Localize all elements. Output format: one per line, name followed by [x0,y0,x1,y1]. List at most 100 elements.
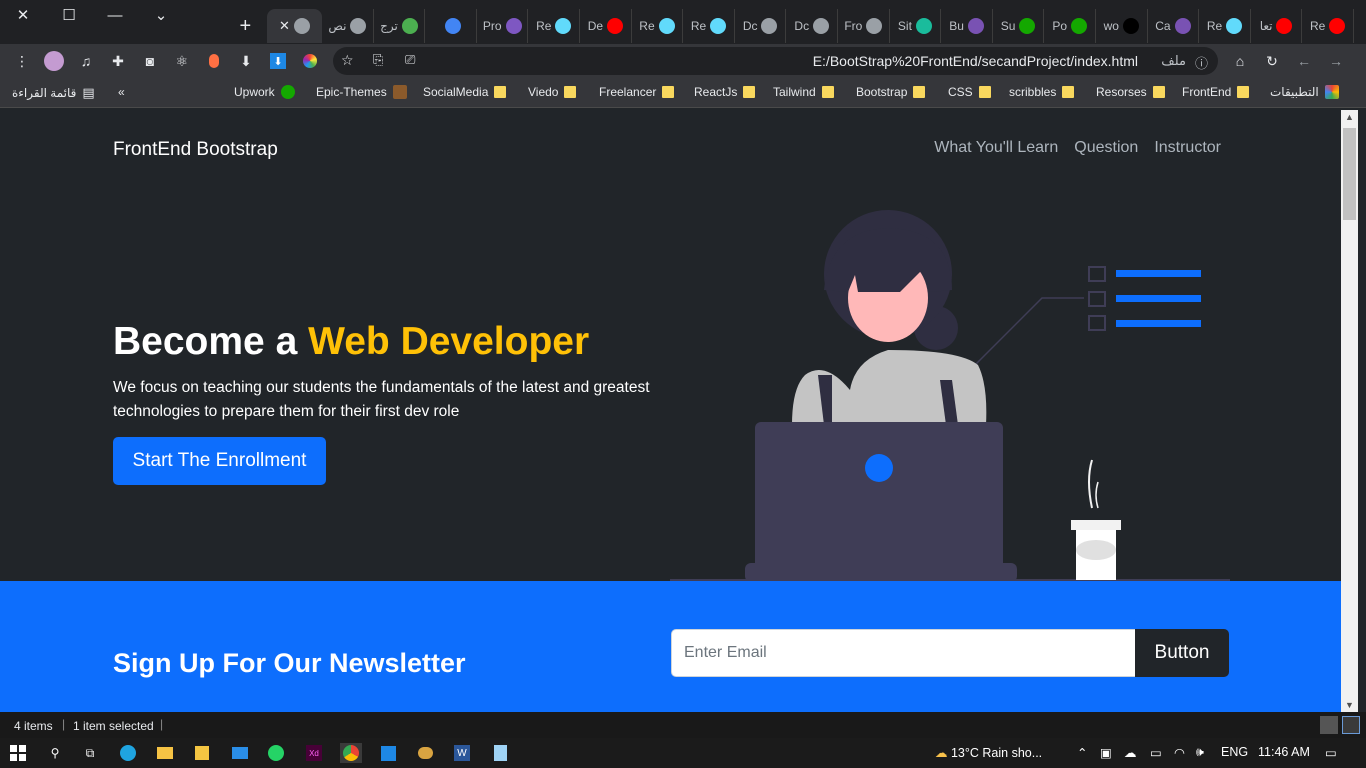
color-picker-icon[interactable] [300,51,320,71]
tab-search-icon[interactable]: ⌄ [138,0,184,30]
browser-tab[interactable]: Re [632,9,684,43]
adobe-xd-icon[interactable]: Xd [304,743,324,763]
store-icon[interactable] [192,743,212,763]
tray-overflow-icon[interactable]: ⌃ [1077,745,1087,760]
wifi-icon[interactable]: ◠ [1174,745,1185,760]
browser-tab[interactable]: Su [993,9,1045,43]
back-icon[interactable]: ← [1294,51,1314,71]
maximize-icon[interactable]: ☐ [46,0,92,30]
vscode-icon[interactable] [378,743,398,763]
chrome-icon[interactable] [340,743,362,763]
reading-list-button[interactable]: قائمة القراءة ▤ [12,85,95,101]
browser-tab[interactable]: Po [1044,9,1097,43]
browser-tab[interactable]: De [580,9,632,43]
scroll-up-icon[interactable]: ▲ [1345,112,1354,122]
whatsapp-icon[interactable] [266,743,286,763]
browser-tab[interactable]: Re [683,9,735,43]
extensions-icon[interactable]: ✚ [108,51,128,71]
browser-tab[interactable]: Bu [941,9,993,43]
scrollbar-thumb[interactable] [1343,128,1356,220]
bookmark-item[interactable]: scribbles [1009,85,1075,99]
notepad-icon[interactable] [490,743,510,763]
download-gray-icon[interactable]: ⬇ [236,51,256,71]
browser-tab[interactable]: Re [1302,9,1354,43]
browser-tab[interactable]: Dc [786,9,839,43]
tab-active[interactable]: ✕ [266,9,323,43]
navbar-brand[interactable]: FrontEnd Bootstrap [113,139,278,161]
nav-link-question[interactable]: Question [1074,139,1138,157]
clock[interactable]: 11:46 AM [1258,745,1310,759]
new-tab-icon[interactable]: + [232,12,259,40]
home-icon[interactable]: ⌂ [1230,51,1250,71]
bookmarks-overflow-icon[interactable]: « [118,85,125,99]
bookmark-item[interactable]: CSS [948,85,991,99]
browser-tab[interactable]: Re [528,9,581,43]
bookmark-item[interactable]: FrontEnd [1182,85,1250,99]
browser-tab[interactable] [425,9,477,43]
details-view-icon[interactable] [1320,716,1338,734]
paint-icon[interactable] [415,743,435,763]
word-icon[interactable]: W [452,743,472,763]
browser-tab[interactable]: Re [1199,9,1251,43]
bookmark-item[interactable]: Viedo [528,85,577,99]
browser-tab[interactable]: Dc [735,9,787,43]
browser-tab[interactable]: wo [1096,9,1148,43]
translate-page-icon[interactable]: ⎚ [405,52,415,68]
nav-link-learn[interactable]: What You'll Learn [934,139,1058,157]
bookmark-item[interactable]: ReactJs [694,85,756,99]
mail-icon[interactable] [230,743,250,763]
bookmark-item[interactable]: Epic-Themes [316,85,407,99]
menu-kebab-icon[interactable]: ⋮ [12,51,32,71]
browser-tab[interactable]: ترج [374,9,426,43]
bookmark-item[interactable]: التطبيقات [1270,85,1339,99]
tiles-view-icon[interactable] [1342,716,1360,734]
minimize-icon[interactable]: — [92,0,138,30]
react-devtools-icon[interactable]: ⚛ [172,51,192,71]
battery-icon[interactable]: ▭ [1150,745,1162,760]
forward-icon[interactable]: → [1326,51,1346,71]
info-icon[interactable]: ⓘ [1195,53,1208,72]
url-text[interactable]: E:/BootStrap%20FrontEnd/secandProject/in… [813,53,1138,69]
bookmark-item[interactable]: Resorses [1096,85,1165,99]
download-blue-icon[interactable]: ⬇ [268,51,288,71]
edge-icon[interactable] [118,743,138,763]
bookmark-item[interactable]: SocialMedia [423,85,507,99]
reload-icon[interactable]: ↻ [1262,51,1282,71]
nav-link-instructor[interactable]: Instructor [1154,139,1221,157]
enroll-button[interactable]: Start The Enrollment [113,437,326,485]
share-icon[interactable]: ⎘ [373,52,383,68]
browser-tab[interactable]: نص [322,9,374,43]
scroll-down-icon[interactable]: ▼ [1345,700,1354,710]
profile-avatar[interactable] [44,51,64,71]
browser-tab[interactable]: Sit [890,9,942,43]
newsletter-submit-button[interactable]: Button [1135,629,1229,677]
file-explorer-icon[interactable] [155,743,175,763]
bookmark-star-icon[interactable]: ☆ [341,52,354,69]
bookmark-item[interactable]: Upwork [234,85,295,99]
camera-extension-icon[interactable]: ◙ [140,51,160,71]
extension-orange-icon[interactable] [204,51,224,71]
browser-tab[interactable]: Pro [477,9,529,43]
notifications-icon[interactable]: ▭ [1325,745,1337,760]
email-input[interactable] [671,629,1136,677]
volume-icon[interactable]: 🕪 [1196,745,1204,760]
onedrive-icon[interactable]: ☁ [1124,745,1137,760]
windows-start-icon[interactable] [8,743,28,763]
language-indicator[interactable]: ENG [1221,745,1248,759]
weather-widget[interactable]: ☁ 13°C Rain sho... [935,745,1042,760]
task-view-icon[interactable]: ⧉ [80,743,100,763]
meet-now-icon[interactable]: ▣ [1100,745,1112,760]
browser-tab[interactable]: تعا [1251,9,1303,43]
bookmarks-bar: قائمة القراءة ▤ « Upwork Epic-Themes Socia… [0,78,1366,108]
tab-close-icon[interactable]: ✕ [279,18,290,34]
browser-tab[interactable]: Fro [838,9,890,43]
close-window-icon[interactable]: ✕ [0,0,46,30]
bookmark-item[interactable]: Tailwind [773,85,834,99]
browser-tab[interactable]: Ca [1148,9,1200,43]
bookmark-item[interactable]: Bootstrap [856,85,926,99]
address-bar[interactable]: ☆ ⎘ ⎚ E:/BootStrap%20FrontEnd/secandProj… [333,47,1218,75]
bookmark-item[interactable]: Freelancer [599,85,675,99]
search-icon[interactable]: ⚲ [45,743,65,763]
media-playlist-icon[interactable]: ♫ [76,51,96,71]
page-scrollbar[interactable]: ▲ ▼ [1341,110,1358,712]
